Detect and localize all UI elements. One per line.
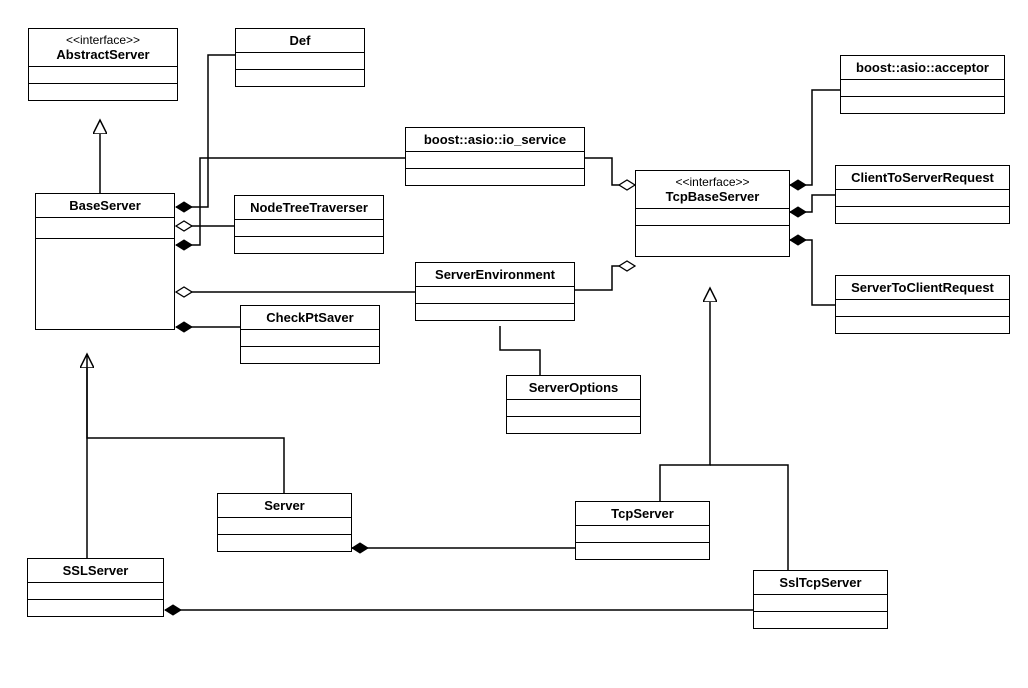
class-title: Server: [218, 494, 351, 518]
class-title: NodeTreeTraverser: [235, 196, 383, 220]
class-title: SSLServer: [28, 559, 163, 583]
class-title: BaseServer: [36, 194, 174, 218]
class-serverenvironment: ServerEnvironment: [415, 262, 575, 321]
class-title: ServerEnvironment: [416, 263, 574, 287]
class-title: TcpServer: [576, 502, 709, 526]
class-title: ServerToClientRequest: [836, 276, 1009, 300]
class-tcpbaseserver: <<interface>> TcpBaseServer: [635, 170, 790, 257]
class-clienttoserverrequest: ClientToServerRequest: [835, 165, 1010, 224]
class-server: Server: [217, 493, 352, 552]
class-nodetreetraverser: NodeTreeTraverser: [234, 195, 384, 254]
class-title: <<interface>> AbstractServer: [29, 29, 177, 67]
class-sslserver: SSLServer: [27, 558, 164, 617]
class-servertoclientrequest: ServerToClientRequest: [835, 275, 1010, 334]
class-tcpserver: TcpServer: [575, 501, 710, 560]
class-baseserver: BaseServer: [35, 193, 175, 330]
class-title: CheckPtSaver: [241, 306, 379, 330]
class-title: <<interface>> TcpBaseServer: [636, 171, 789, 209]
class-ioservice: boost::asio::io_service: [405, 127, 585, 186]
class-checkptsaver: CheckPtSaver: [240, 305, 380, 364]
uml-canvas: <<interface>> AbstractServer Def BaseSer…: [0, 0, 1028, 688]
class-title: ServerOptions: [507, 376, 640, 400]
class-serveroptions: ServerOptions: [506, 375, 641, 434]
class-title: ClientToServerRequest: [836, 166, 1009, 190]
class-title: Def: [236, 29, 364, 53]
class-def: Def: [235, 28, 365, 87]
class-acceptor: boost::asio::acceptor: [840, 55, 1005, 114]
class-title: boost::asio::io_service: [406, 128, 584, 152]
class-ssltcpserver: SslTcpServer: [753, 570, 888, 629]
class-title: boost::asio::acceptor: [841, 56, 1004, 80]
class-title: SslTcpServer: [754, 571, 887, 595]
class-abstractserver: <<interface>> AbstractServer: [28, 28, 178, 101]
